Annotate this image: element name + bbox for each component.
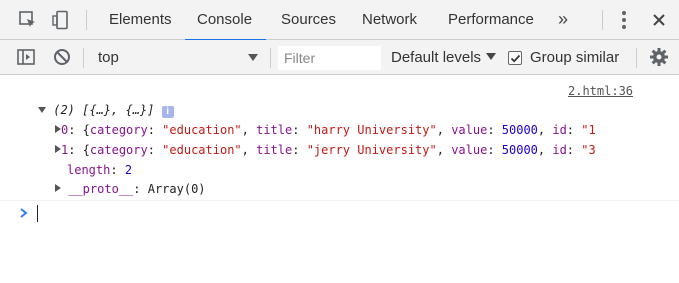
tab-network[interactable]: Network (362, 0, 417, 40)
devtools-tab-bar: Elements Console Sources Network Perform… (0, 0, 679, 41)
context-label: top (98, 49, 119, 66)
group-similar-checkbox[interactable] (508, 51, 522, 65)
console-toolbar: top Default levels Group similar (0, 40, 679, 75)
prompt-chevron-icon (20, 208, 28, 218)
item-title: "harry University" (306, 123, 437, 137)
filter-input[interactable] (278, 46, 381, 70)
clear-console-icon[interactable] (52, 47, 72, 67)
tab-performance[interactable]: Performance (448, 0, 534, 40)
source-link[interactable]: 2.html:36 (568, 84, 633, 98)
group-similar-label: Group similar (530, 49, 620, 66)
expand-toggle-icon[interactable] (55, 184, 61, 192)
toolbar-divider (83, 48, 84, 68)
info-icon[interactable]: i (161, 106, 174, 118)
toolbar-divider (602, 10, 603, 30)
toolbar-divider (270, 48, 271, 68)
chevron-down-icon (486, 53, 497, 60)
log-levels-label: Default levels (391, 49, 482, 66)
tab-console[interactable]: Console (184, 0, 267, 41)
gear-icon[interactable] (649, 47, 669, 67)
item-value: 50000 (501, 143, 538, 157)
array-summary: (2) [{…}, {…}] (53, 103, 155, 117)
more-tabs-button[interactable]: » (558, 0, 568, 40)
item-id: "3 (581, 143, 596, 157)
tab-elements[interactable]: Elements (109, 0, 172, 40)
item-id: "1 (581, 123, 596, 137)
console-input-cursor[interactable] (37, 205, 38, 222)
log-levels-dropdown[interactable]: Default levels (391, 40, 497, 75)
tab-sources[interactable]: Sources (281, 0, 336, 40)
item-index: 1 (61, 143, 69, 157)
proto-value: Array(0) (147, 182, 206, 196)
proto-key: __proto__ (68, 182, 134, 196)
item-value: 50000 (501, 123, 538, 137)
toolbar-divider (636, 48, 637, 68)
array-summary-row[interactable]: (2) [{…}, {…}] i (38, 103, 174, 118)
console-output: 2.html:36 (2) [{…}, {…}] i 0: {category:… (0, 76, 679, 283)
item-index: 0 (61, 123, 69, 137)
toolbar-divider (86, 10, 87, 30)
expand-toggle-icon[interactable] (38, 107, 46, 113)
length-row: length: 2 (67, 163, 133, 177)
chevron-down-icon (248, 54, 258, 61)
array-item-row[interactable]: 0: {category: "education", title: "harry… (55, 123, 596, 137)
checkmark-icon (510, 54, 521, 63)
more-vertical-icon[interactable] (618, 11, 630, 29)
item-category: "education" (162, 123, 242, 137)
length-value: 2 (124, 163, 133, 177)
device-toolbar-icon[interactable] (52, 10, 72, 30)
show-sidebar-icon[interactable] (16, 47, 36, 67)
item-title: "jerry University" (306, 143, 437, 157)
item-category: "education" (162, 143, 242, 157)
context-selector[interactable]: top (90, 40, 266, 75)
length-key: length (67, 163, 111, 177)
array-item-row[interactable]: 1: {category: "education", title: "jerry… (55, 143, 596, 157)
close-icon[interactable] (651, 12, 667, 28)
proto-row[interactable]: __proto__: Array(0) (55, 182, 206, 196)
inspect-element-icon[interactable] (18, 10, 38, 30)
prompt-divider (0, 200, 679, 201)
